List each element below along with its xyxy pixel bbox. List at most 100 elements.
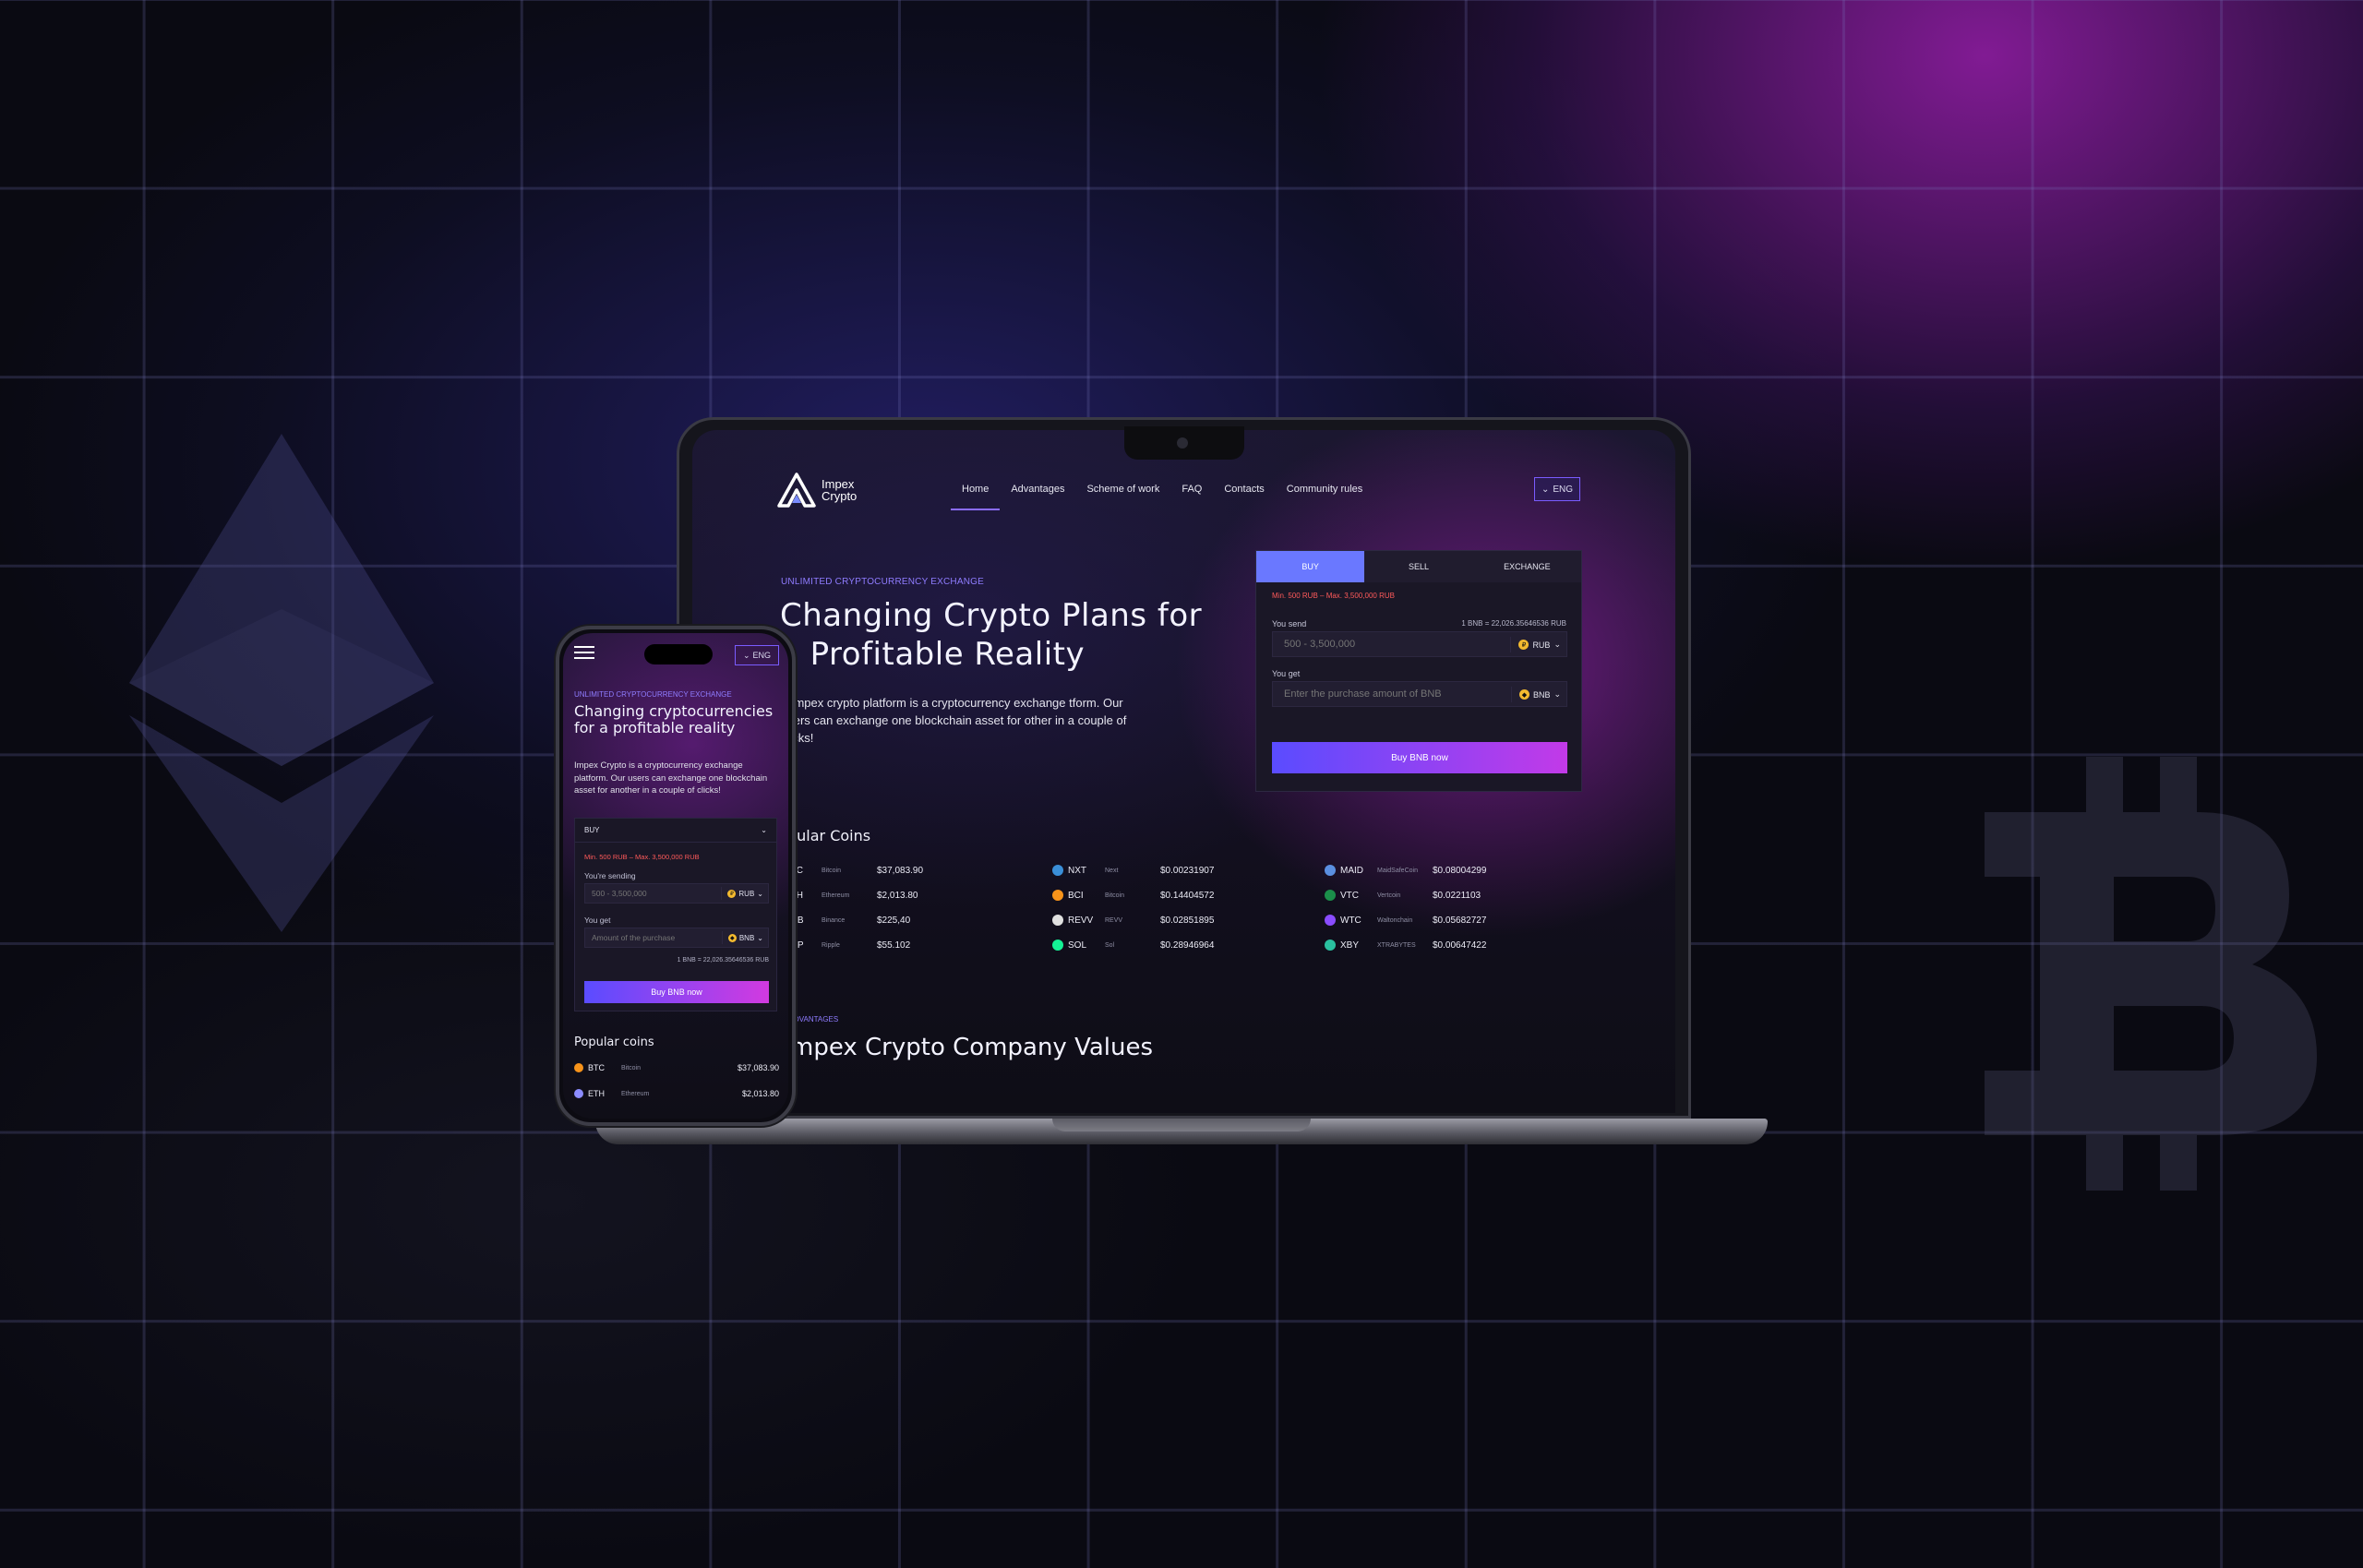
brand-name: Impex Crypto [822,478,857,502]
advantages-kicker: DVANTAGES [794,1015,839,1023]
wtc-icon [1325,915,1336,926]
coin-name: Vertcoin [1377,892,1401,899]
coin-price: $2,013.80 [741,1089,779,1098]
mobile-send-currency-select[interactable]: ₽ RUB ⌄ [721,887,763,900]
popular-coins-title: pular Coins [787,827,871,844]
chevron-down-icon: ⌄ [761,826,767,834]
tab-exchange[interactable]: EXCHANGE [1472,551,1581,582]
coin-symbol: BCI [1068,890,1084,901]
nav-item-scheme-of-work[interactable]: Scheme of work [1075,484,1170,510]
mobile-mode-select[interactable]: BUY ⌄ [575,819,776,843]
get-label: You get [1272,669,1301,678]
mobile-buy-bnb-button[interactable]: Buy BNB now [584,981,769,1003]
language-selector[interactable]: ⌄ ENG [1534,477,1580,501]
send-currency-select[interactable]: ₽ RUB ⌄ [1510,637,1561,652]
hamburger-menu-icon[interactable] [574,646,594,659]
send-amount-field: ₽ RUB ⌄ [1272,631,1567,657]
get-currency-select[interactable]: ◆ BNB ⌄ [1510,687,1561,702]
mobile-get-input[interactable] [592,933,710,942]
laptop-groove [1052,1119,1311,1131]
coin-price: $225,40 [877,915,911,926]
coin-row[interactable]: WTC Waltonchain $0.05682727 [1325,911,1486,929]
bitcoin-logo-icon [1985,757,2317,1191]
tab-buy[interactable]: BUY [1256,551,1365,582]
mobile-get-currency-label: BNB [738,933,755,942]
exchange-rate: 1 BNB = 22,026.35646536 RUB [1461,619,1566,628]
coin-symbol: XBY [1340,940,1360,951]
bnb-icon: ◆ [1518,689,1529,700]
coin-price: $37,083.90 [737,1063,779,1072]
ethereum-logo-icon [129,434,434,932]
nxt-icon [1052,865,1063,876]
send-amount-input[interactable] [1284,639,1496,650]
ruble-icon: ₽ [1518,640,1529,650]
buy-bnb-button[interactable]: Buy BNB now [1272,742,1567,773]
mobile-language-selector[interactable]: ⌄ ENG [735,645,779,665]
send-currency-label: RUB [1532,640,1551,650]
mobile-get-label: You get [584,916,611,925]
hero-title: Changing Crypto Plans for a Profitable R… [780,597,1203,673]
main-menu: Home Advantages Scheme of work FAQ Conta… [951,484,1373,510]
coin-row[interactable]: NXT Next $0.00231907 [1052,861,1214,880]
coin-name: Ethereum [621,1090,650,1097]
mobile-coin-row[interactable]: BTC Bitcoin $37,083.90 [574,1059,779,1076]
mobile-send-label: You're sending [584,871,636,880]
nav-item-community-rules[interactable]: Community rules [1276,484,1374,510]
coin-row[interactable]: XRPRipple$55.102 [785,936,910,954]
coin-row[interactable]: BCI Bitcoin $0.14404572 [1052,886,1214,904]
eth-icon [574,1089,583,1098]
nav-item-home[interactable]: Home [951,484,1001,510]
coin-row[interactable]: VTC Vertcoin $0.0221103 [1325,886,1481,904]
coin-price: $0.05682727 [1433,915,1487,926]
mobile-exchange-rate: 1 BNB = 22,026.35646536 RUB [677,957,769,964]
coin-row[interactable]: BTCBitcoin$37,083.90 [785,861,923,880]
coin-row[interactable]: ETHEthereum$2,013.80 [785,886,918,904]
tab-sell[interactable]: SELL [1364,551,1473,582]
coin-price: $37,083.90 [877,865,924,876]
coin-symbol: ETH [588,1089,605,1098]
coin-row[interactable]: BNBBinance$225,40 [785,911,910,929]
advantages-title: mpex Crypto Company Values [790,1034,1154,1061]
exchange-widget: BUY SELL EXCHANGE Min. 500 RUB – Max. 3,… [1255,550,1582,792]
coin-name: Ripple [822,941,840,949]
nav-item-faq[interactable]: FAQ [1170,484,1213,510]
mobile-get-currency-select[interactable]: ◆ BNB ⌄ [721,931,763,944]
coin-name: Bitcoin [1105,892,1125,899]
mobile-language-label: ENG [752,651,772,660]
chevron-down-icon: ⌄ [1553,640,1561,649]
coin-name: Waltonchain [1377,916,1413,924]
coin-row[interactable]: REVV REVV $0.02851895 [1052,911,1214,929]
chevron-down-icon: ⌄ [1553,689,1561,699]
coin-name: Bitcoin [822,867,842,874]
coin-row[interactable]: SOL Sol $0.28946964 [1052,936,1214,954]
coin-symbol: MAID [1340,865,1363,876]
get-amount-input[interactable] [1284,688,1496,700]
get-amount-field: ◆ BNB ⌄ [1272,681,1567,707]
mobile-exchange-limits: Min. 500 RUB – Max. 3,500,000 RUB [584,853,700,861]
nav-item-advantages[interactable]: Advantages [1000,484,1075,510]
exchange-limits: Min. 500 RUB – Max. 3,500,000 RUB [1272,592,1395,600]
chevron-down-icon: ⌄ [742,650,750,660]
coin-row[interactable]: MAID MaidSafeCoin $0.08004299 [1325,861,1486,880]
xby-icon [1325,940,1336,951]
exchange-tabs: BUY SELL EXCHANGE [1256,551,1581,582]
mobile-send-input[interactable] [592,889,710,898]
bci-icon [1052,890,1063,901]
revv-icon [1052,915,1063,926]
coin-symbol: REVV [1068,915,1094,926]
mobile-hero-description: Impex Crypto is a cryptocurrency exchang… [574,760,768,796]
maid-icon [1325,865,1336,876]
phone-screen: ⌄ ENG UNLIMITED CRYPTOCURRENCY EXCHANGE … [563,633,788,1119]
coin-row[interactable]: XBY XTRABYTES $0.00647422 [1325,936,1486,954]
mobile-popular-coins-title: Popular coins [574,1035,654,1049]
mobile-send-field: ₽ RUB ⌄ [584,883,769,904]
brand-logo[interactable]: Impex Crypto [777,473,857,508]
laptop-screen: Impex Crypto Home Advantages Scheme of w… [692,430,1675,1113]
mobile-exchange-widget: BUY ⌄ Min. 500 RUB – Max. 3,500,000 RUB … [574,818,777,1011]
mobile-coin-row[interactable]: ETH Ethereum $2,013.80 [574,1085,779,1102]
chevron-down-icon: ⌄ [757,889,763,898]
coin-price: $0.00647422 [1433,940,1487,951]
nav-item-contacts[interactable]: Contacts [1213,484,1275,510]
coin-symbol: SOL [1068,940,1087,951]
coin-symbol: BTC [588,1063,605,1072]
